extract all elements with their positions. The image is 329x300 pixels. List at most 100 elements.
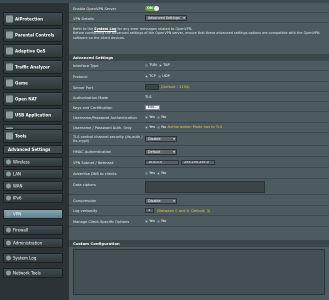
sidebar-item-label: Network Tools [13, 270, 41, 276]
subnet-row: VPN Subnet / Netmask 10.8.0.0 255.255.25… [69, 157, 329, 168]
sidebar-item-label: Game [15, 80, 28, 86]
tls-label: TLS control channel security (tls-auth /… [73, 135, 143, 143]
protocol-options: TCP UDP [145, 74, 170, 79]
sidebar-item-usb-application[interactable]: USB Application [3, 108, 63, 122]
netmask-input[interactable]: 255.255.255.0 [181, 160, 215, 165]
vpn-details-select[interactable]: Advanced Settings [145, 15, 187, 21]
wan-icon [6, 183, 11, 189]
admin-icon [6, 240, 11, 246]
server-port-row: Server Port (Default : 1194) [69, 82, 329, 92]
log-icon [6, 255, 11, 261]
custom-configuration-textarea[interactable] [73, 249, 325, 295]
log-verbosity-label: Log verbosity [73, 209, 98, 213]
interface-type-options: TUN TAP [145, 63, 170, 68]
sidebar-item-open-nat[interactable]: Open NAT [3, 92, 63, 106]
sidebar-item-wireless[interactable]: Wireless [3, 157, 63, 167]
advertise-dns-options: Yes No [145, 171, 166, 176]
sidebar-item-label: System Log [13, 255, 37, 261]
parental-icon [6, 31, 13, 39]
system-log-link[interactable]: System Log [94, 27, 116, 31]
sidebar-item-label: Traffic Analyzer [15, 64, 50, 70]
sidebar-item-wan[interactable]: WAN [3, 181, 63, 191]
vpn-details-label: VPN Details [73, 17, 94, 21]
useronly-hint: Authorization Mode has to TLS [167, 125, 223, 129]
useronly-label: Username / Password Auth. Only [73, 126, 132, 130]
toggle-state: ON [147, 6, 153, 10]
advertise-dns-label: Advertise DNS to clients [73, 172, 117, 176]
sidebar-item-network-tools[interactable]: Network Tools [3, 268, 63, 278]
tls-select[interactable]: Disable [145, 136, 177, 142]
sidebar: AiProtection Parental Controls Adaptive … [0, 3, 66, 300]
tun-label: TUN [149, 63, 157, 67]
data-ciphers-label: Data ciphers [73, 183, 96, 187]
radio-useronly-no[interactable] [157, 125, 161, 129]
radio-userpass-no[interactable] [157, 115, 161, 119]
sidebar-item-vpn[interactable]: VPN [3, 209, 63, 219]
sidebar-item-traffic-analyzer[interactable]: Traffic Analyzer [3, 60, 63, 74]
sidebar-item-aiprotection[interactable]: AiProtection [3, 12, 63, 26]
tcp-label: TCP [149, 74, 156, 78]
sidebar-item-label: WAN [13, 183, 23, 189]
radio-userpass-yes[interactable] [145, 115, 148, 119]
data-ciphers-input[interactable] [145, 181, 265, 193]
radio-advertise-no[interactable] [157, 171, 161, 175]
useronly-options: Yes No Authorization Mode has to TLS [145, 125, 222, 130]
sidebar-item-system-log[interactable]: System Log [3, 253, 63, 263]
radio-tap[interactable] [158, 63, 162, 67]
subnet-input[interactable]: 10.8.0.0 [145, 160, 179, 165]
radio-advertise-yes[interactable] [145, 171, 148, 175]
system-log-note: Refer to the System Log for any error me… [73, 27, 323, 40]
radio-udp[interactable] [158, 74, 162, 78]
radio-useronly-yes[interactable] [145, 125, 148, 129]
sidebar-item-label: Firewall [13, 227, 29, 233]
radio-tun[interactable] [145, 63, 148, 67]
custom-configuration-title: Custom Configuration [73, 241, 120, 246]
subnet-value: 10.8.0.0 [148, 160, 163, 164]
log-verbosity-input[interactable]: 3 [145, 208, 154, 213]
sidebar-item-label: Tools [15, 133, 27, 139]
note-prefix: Refer to the [73, 27, 94, 31]
compression-select[interactable]: Disable [145, 198, 177, 204]
hmac-label: HMAC Authentication [73, 150, 112, 154]
userpass-label: Username/Password Authentication [73, 116, 137, 120]
tap-label: TAP [163, 63, 170, 67]
note-compat: Before configuring the advanced settings… [73, 31, 320, 40]
data-ciphers-row: Data ciphers [69, 179, 329, 195]
sidebar-item-label: VPN [13, 211, 22, 217]
sidebar-item-ipv6[interactable]: IPv6 [3, 193, 63, 203]
tls-row: TLS control channel security (tls-auth /… [69, 133, 329, 146]
server-port-input[interactable] [145, 84, 159, 90]
authorization-mode-value: TLS [145, 95, 152, 99]
log-verbosity-row: Log verbosity 3 (Between 0 and 6. Defaul… [69, 206, 329, 216]
hmac-select[interactable]: Default [145, 149, 177, 155]
manage-client-label: Manage Client-Specific Options [73, 220, 130, 224]
userpass-yes-label: Yes [149, 115, 155, 119]
sidebar-item-administration[interactable]: Administration [3, 238, 63, 248]
radio-manage-yes[interactable] [145, 219, 148, 223]
vpn-server-panel: Enable OpenVPN Server ON VPN Details Adv… [69, 3, 329, 300]
hmac-value: Default [148, 150, 161, 154]
radio-manage-no[interactable] [157, 219, 161, 223]
interface-type-label: Interface Type [73, 64, 99, 68]
protocol-row: Protocol TCP UDP [69, 71, 329, 82]
edit-keys-button[interactable]: Edit... [145, 105, 161, 110]
advertise-no-label: No [161, 171, 167, 175]
sidebar-item-parental-controls[interactable]: Parental Controls [3, 28, 63, 42]
sidebar-item-game[interactable]: Game [3, 76, 63, 90]
advertise-dns-row: Advertise DNS to clients Yes No [69, 168, 329, 179]
sidebar-item-label: USB Application [15, 112, 52, 118]
note-suffix: for any error messages related to OpenVP… [117, 27, 193, 31]
sidebar-item-firewall[interactable]: Firewall [3, 225, 63, 235]
advanced-settings-title: Advanced Settings [8, 147, 51, 152]
interface-type-row: Interface Type TUN TAP [69, 61, 329, 71]
usb-icon [6, 111, 13, 119]
radio-tcp[interactable] [145, 74, 148, 78]
sidebar-item-lan[interactable]: LAN [3, 169, 63, 179]
sidebar-item-adaptive-qos[interactable]: Adaptive QoS [3, 44, 63, 58]
useronly-no-label: No [161, 125, 167, 129]
enable-vpn-toggle[interactable]: ON [145, 6, 159, 11]
advanced-section-title: Advanced Settings [73, 55, 114, 60]
sidebar-item-tools[interactable]: Tools [3, 129, 63, 143]
hmac-row: HMAC Authentication Default [69, 146, 329, 157]
sidebar-item-label: Adaptive QoS [15, 48, 46, 54]
